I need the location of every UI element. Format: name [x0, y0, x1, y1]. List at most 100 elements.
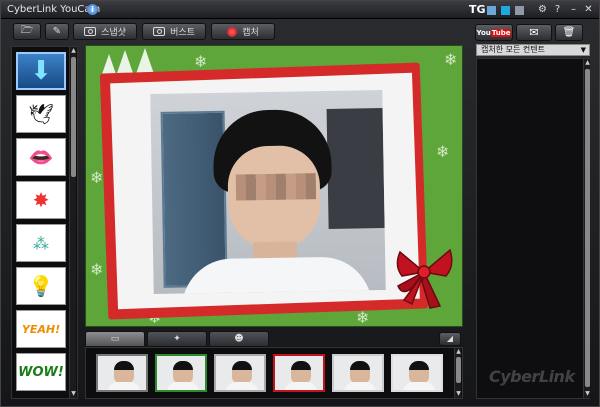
scroll-up-icon[interactable]: ▲	[584, 59, 591, 66]
folder-button[interactable]: 🗁	[13, 23, 41, 40]
thumb-person	[232, 361, 252, 383]
light-bulb-icon: 💡	[28, 274, 54, 298]
smiley-icon: ☻	[234, 334, 244, 344]
delete-button[interactable]: 🗑	[555, 24, 583, 41]
record-icon	[227, 26, 238, 37]
thumb-shirt	[403, 382, 435, 390]
tab-avatars[interactable]: ☻	[209, 331, 269, 347]
snowflake-icon: ❄	[194, 52, 208, 71]
youtube-label-a: You	[476, 28, 491, 37]
effect-bird-item[interactable]: 🕊	[16, 95, 66, 133]
punch-burst-icon: ✸	[32, 188, 50, 212]
scroll-down-icon[interactable]: ▼	[455, 390, 462, 397]
thumb-shirt	[108, 382, 140, 390]
thumb-shirt	[226, 382, 258, 390]
email-button[interactable]: ✉	[516, 24, 552, 41]
youtube-upload-button[interactable]: YouTube	[475, 24, 513, 41]
snowflake-icon: ❄	[444, 50, 458, 69]
effects-scrollbar[interactable]: ▲ ▼	[69, 47, 76, 398]
effects-panel: ⬇ 🕊 👄 ✸ ⁂ 💡 YEAH! WOW! ▲ ▼	[11, 46, 78, 399]
eraser-icon: ◢	[446, 334, 454, 343]
snowflake-icon: ❄	[90, 168, 104, 187]
christmas-tree-icon	[136, 48, 154, 74]
ribbon-bow-icon	[396, 248, 453, 309]
folder-icon: 🗁	[20, 25, 34, 36]
cyberlink-logo: CyberLink	[489, 367, 575, 386]
frame-thumb-item[interactable]	[96, 354, 148, 392]
eye-blur	[235, 173, 317, 201]
filter-selected-value: 캡처한 모든 컨텐트	[481, 45, 545, 54]
record-button[interactable]: 캡처	[211, 23, 275, 40]
background-shelf	[326, 107, 385, 229]
effect-download-item[interactable]: ⬇	[16, 52, 66, 90]
app-window: CyberLink YouCam i TG ⚙ ? – ✕ 🗁 ✎ 스냅샷 버스…	[0, 0, 600, 407]
tab-effects[interactable]: ✦	[147, 331, 207, 347]
snapshot-label: 스냅샷	[101, 28, 126, 38]
youtube-icon: YouTube	[476, 28, 512, 37]
frames-scrollbar[interactable]: ▲ ▼	[454, 348, 461, 398]
effect-lips-item[interactable]: 👄	[16, 138, 66, 176]
frame-thumb-item[interactable]	[391, 354, 443, 392]
scroll-thumb[interactable]	[585, 69, 590, 387]
thumb-person	[291, 361, 311, 383]
snowflake-icon: ❄	[356, 308, 370, 327]
mode-tabbar: ▭ ✦ ☻ ◢	[85, 331, 463, 347]
tg-logo: TG	[469, 3, 486, 16]
lips-icon: 👄	[28, 145, 54, 169]
webcam-preview: ❄ ❄ ❄ ❄ ❄ ❄ ❄ ❄	[85, 45, 463, 327]
help-icon[interactable]: ?	[551, 3, 564, 16]
snowflake-icon: ❄	[90, 260, 104, 279]
effect-wow-item[interactable]: WOW!	[16, 353, 66, 391]
record-label: 캡처	[242, 28, 259, 38]
captured-content-list: ▲ ▼	[476, 58, 590, 399]
frame-icon: ▭	[110, 334, 120, 344]
tools-button[interactable]: ✎	[45, 23, 69, 40]
scroll-thumb[interactable]	[456, 357, 461, 383]
frame-thumb-item[interactable]	[214, 354, 266, 392]
skin-color-swatch-icon[interactable]	[515, 6, 524, 15]
effect-punch-item[interactable]: ✸	[16, 181, 66, 219]
frame-thumb-item[interactable]	[332, 354, 384, 392]
thumb-shirt	[167, 382, 199, 390]
thumb-shirt	[285, 382, 317, 390]
thumb-shirt	[344, 382, 376, 390]
burst-label: 버스트	[170, 28, 195, 38]
title-bar: CyberLink YouCam i TG ⚙ ? – ✕	[1, 1, 599, 19]
magic-wand-icon: ✦	[173, 334, 181, 344]
effect-yeah-item[interactable]: YEAH!	[16, 310, 66, 348]
eraser-button[interactable]: ◢	[439, 332, 461, 346]
snowflake-icon: ❄	[436, 142, 450, 161]
burst-button[interactable]: 버스트	[142, 23, 206, 40]
close-icon[interactable]: ✕	[582, 3, 595, 16]
chevron-down-icon: ▼	[580, 46, 586, 54]
snapshot-button[interactable]: 스냅샷	[73, 23, 137, 40]
scroll-up-icon[interactable]: ▲	[70, 47, 77, 54]
settings-icon[interactable]: ⚙	[536, 3, 549, 16]
camera-icon	[153, 27, 166, 36]
download-arrow-icon: ⬇	[30, 56, 52, 86]
frame-thumb-item[interactable]	[273, 354, 325, 392]
scroll-down-icon[interactable]: ▼	[584, 390, 591, 397]
confetti-icon: ⁂	[33, 233, 49, 253]
content-filter-dropdown[interactable]: 캡처한 모든 컨텐트 ▼	[476, 44, 590, 56]
effect-confetti-item[interactable]: ⁂	[16, 224, 66, 262]
frame-thumb-item[interactable]	[155, 354, 207, 392]
wow-sticker-icon: WOW!	[18, 364, 64, 380]
scroll-thumb[interactable]	[71, 57, 76, 177]
webcam-video	[150, 89, 386, 295]
content-scrollbar[interactable]: ▲ ▼	[583, 59, 590, 398]
skin-color-swatch-icon[interactable]	[501, 6, 510, 15]
info-icon[interactable]: i	[87, 4, 98, 15]
scroll-up-icon[interactable]: ▲	[455, 348, 462, 355]
thumb-person	[173, 361, 193, 383]
thumb-person	[114, 361, 134, 383]
tab-frames[interactable]: ▭	[85, 331, 145, 347]
tools-icon: ✎	[52, 26, 62, 37]
effect-bulb-item[interactable]: 💡	[16, 267, 66, 305]
youtube-label-b: Tube	[490, 28, 512, 37]
frames-strip: ▲ ▼	[85, 347, 463, 399]
skin-color-swatch-icon[interactable]	[487, 6, 496, 15]
mail-icon: ✉	[529, 26, 539, 39]
scroll-down-icon[interactable]: ▼	[70, 390, 77, 397]
minimize-icon[interactable]: –	[567, 3, 580, 16]
